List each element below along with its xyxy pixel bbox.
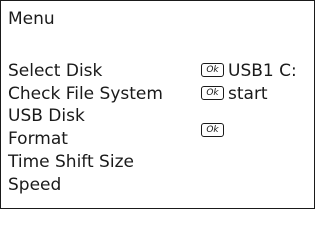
menu-item-value-text: start [228, 84, 268, 104]
menu-item-usb-disk[interactable]: USB Disk [8, 105, 312, 127]
menu-item-format[interactable]: Format Ok [8, 123, 312, 150]
ok-key-icon: Ok [201, 63, 224, 77]
menu-item-label: Time Shift Size [8, 152, 134, 172]
menu-item-check-file-system[interactable]: Check File System Ok start [8, 83, 312, 105]
menu-item-label: Format [8, 129, 68, 149]
menu-item-value[interactable]: Ok start [201, 83, 268, 105]
ok-key-icon: Ok [201, 86, 224, 100]
menu-item-time-shift-size[interactable]: Time Shift Size [8, 151, 312, 173]
ok-key-icon: Ok [201, 123, 224, 137]
menu-item-label: Speed [8, 175, 62, 195]
menu-item-select-disk[interactable]: Select Disk Ok USB1 C: [8, 60, 312, 82]
menu-item-label: USB Disk [8, 106, 85, 126]
menu-item-label: Select Disk [8, 61, 103, 81]
menu-item-speed[interactable]: Speed [8, 174, 312, 196]
menu-item-label: Check File System [8, 84, 163, 104]
menu-item-value-text: USB1 C: [228, 61, 297, 81]
menu-title: Menu [8, 9, 55, 29]
menu-item-value[interactable]: Ok USB1 C: [201, 60, 297, 82]
menu-panel: Menu Select Disk Ok USB1 C: Check File S… [0, 0, 315, 209]
menu-item-value[interactable]: Ok [201, 120, 228, 142]
